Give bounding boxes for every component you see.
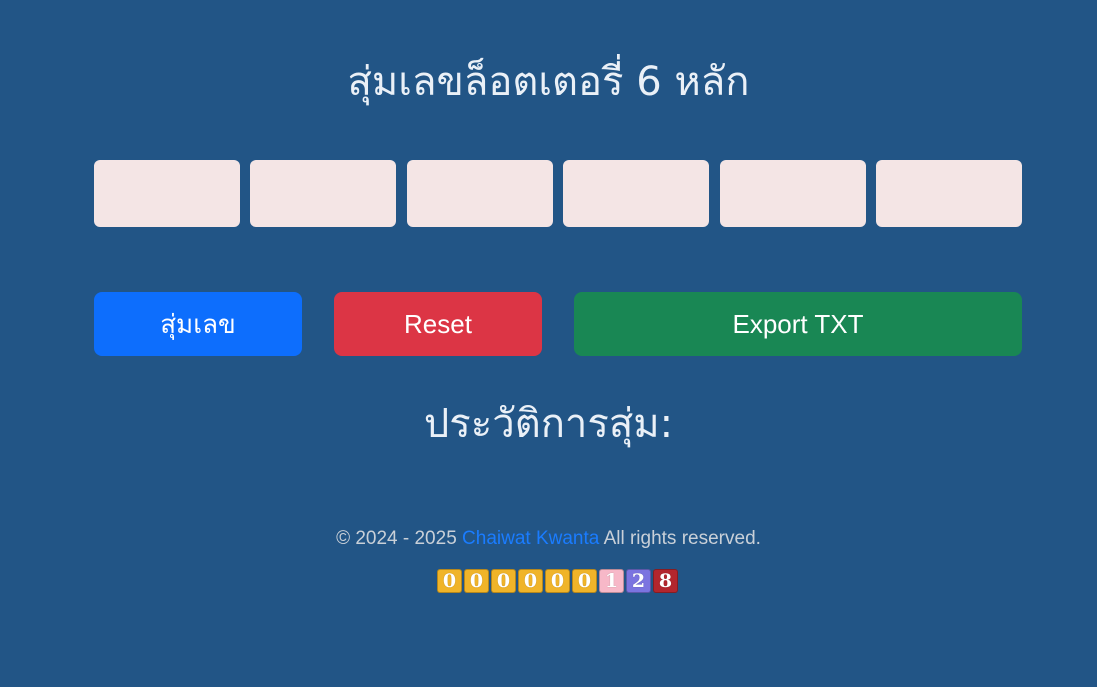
random-button[interactable]: สุ่มเลข: [94, 292, 302, 356]
page-title: สุ่มเลขล็อตเตอรี่ 6 หลัก: [347, 59, 750, 105]
digit-box-6: [875, 160, 1022, 227]
counter-digit: 0: [545, 569, 570, 593]
counter-digit: 0: [572, 569, 597, 593]
counter-digit: 8: [653, 569, 678, 593]
copyright-text: © 2024 - 2025: [336, 528, 457, 549]
digit-box-2: [250, 160, 397, 227]
history-title: ประวัติการสุ่ม:: [423, 401, 674, 447]
counter-digit: 1: [599, 569, 624, 593]
counter-digit: 0: [437, 569, 462, 593]
counter-digit: 0: [464, 569, 489, 593]
digit-box-5: [719, 160, 866, 227]
rights-text: All rights reserved.: [603, 528, 761, 549]
digit-boxes: [94, 160, 1022, 227]
footer: © 2024 - 2025 Chaiwat Kwanta All rights …: [0, 527, 1097, 551]
counter-digit: 2: [626, 569, 651, 593]
counter-digit: 0: [518, 569, 543, 593]
digit-box-3: [406, 160, 553, 227]
digit-box-1: [94, 160, 240, 227]
reset-button[interactable]: Reset: [334, 292, 542, 356]
digit-box-4: [563, 160, 710, 227]
counter-digit: 0: [491, 569, 516, 593]
visitor-counter: 000000128: [437, 569, 678, 593]
author-link[interactable]: Chaiwat Kwanta: [462, 528, 599, 549]
export-txt-button[interactable]: Export TXT: [574, 292, 1022, 356]
